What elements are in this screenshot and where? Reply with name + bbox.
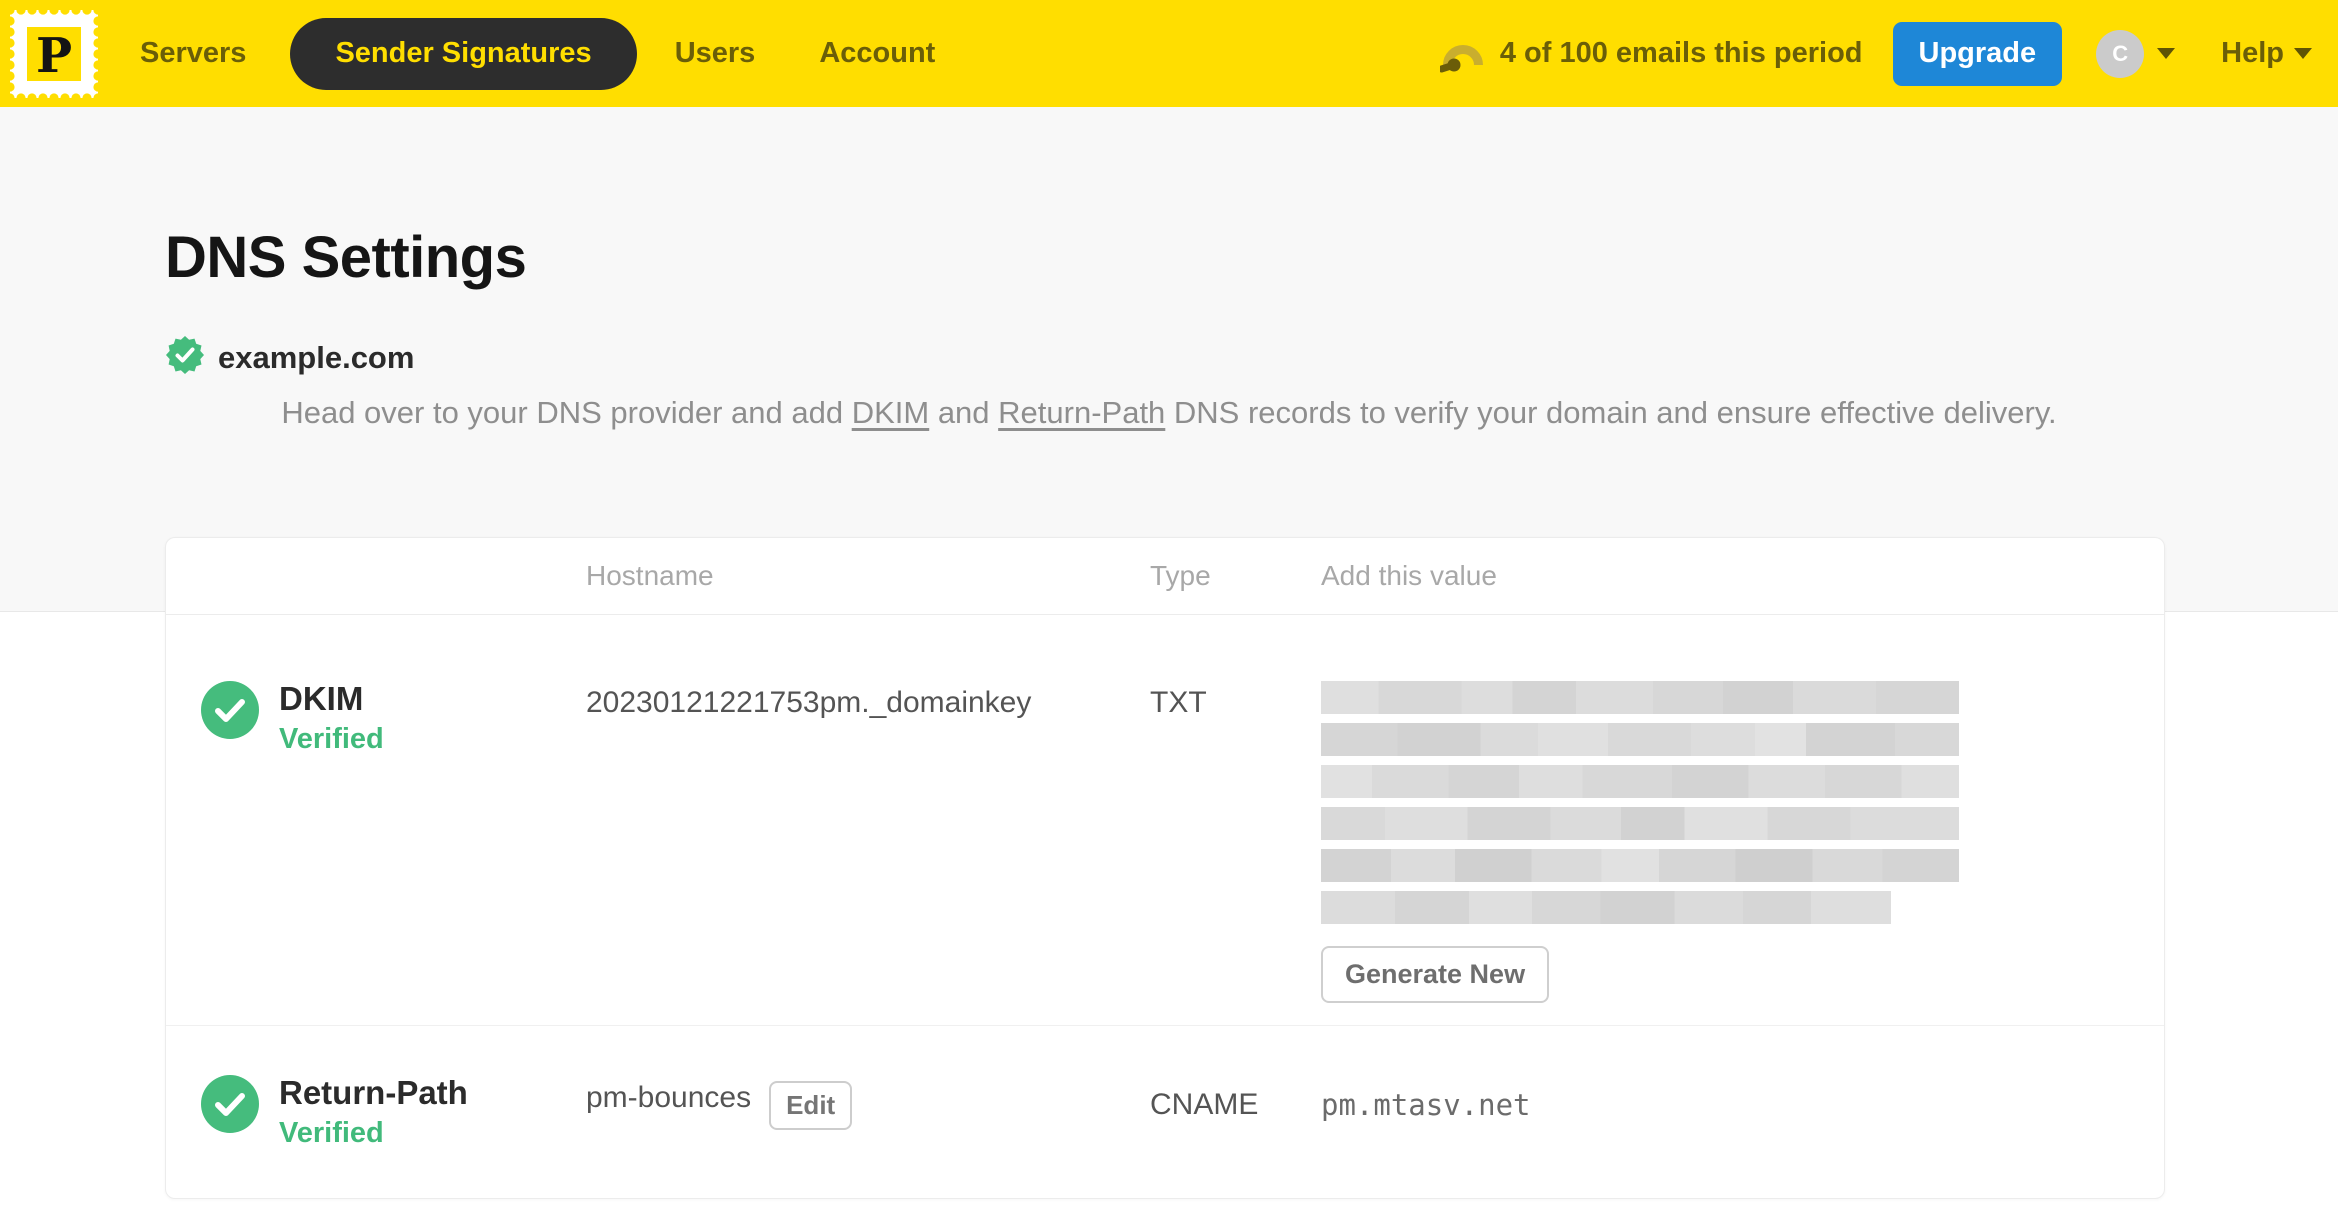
return-path-hostname: pm-bounces: [586, 1081, 752, 1114]
intro-part3: DNS records to verify your domain and en…: [1165, 395, 2057, 430]
nav-item-account[interactable]: Account: [819, 37, 935, 70]
avatar: C: [2096, 29, 2145, 78]
return-path-hostname-cell: pm-bounces Edit: [586, 1080, 1150, 1130]
hostname-column-header: Hostname: [586, 560, 714, 591]
help-menu[interactable]: Help: [2221, 37, 2312, 70]
domain-row: example.com: [165, 335, 2338, 380]
svg-text:P: P: [36, 28, 72, 84]
help-label: Help: [2221, 37, 2284, 69]
dkim-status-cell: DKIM Verified: [166, 681, 586, 1003]
postmark-logo-icon[interactable]: P: [10, 9, 98, 98]
table-row-dkim: DKIM Verified 20230121221753pm._domainke…: [166, 615, 2164, 1026]
table-header-row: Hostname Type Add this value: [166, 538, 2164, 615]
gauge-icon: [1439, 34, 1486, 74]
dkim-hostname: 20230121221753pm._domainkey: [586, 686, 1032, 719]
usage-text: 4 of 100 emails this period: [1499, 37, 1863, 69]
record-name: Return-Path: [279, 1073, 468, 1111]
upgrade-button[interactable]: Upgrade: [1892, 21, 2063, 86]
main-content: DNS Settings example.com Head over to yo…: [0, 107, 2338, 1222]
nav-item-sender-signatures[interactable]: Sender Signatures: [290, 17, 637, 90]
record-name: DKIM: [279, 680, 364, 717]
return-path-type: CNAME: [1150, 1088, 1259, 1121]
nav-item-servers[interactable]: Servers: [140, 37, 246, 70]
intro-text: Head over to your DNS provider and add D…: [0, 390, 2338, 436]
redacted-value-bar: [1321, 765, 1959, 798]
return-path-status-cell: Return-Path Verified: [166, 1073, 586, 1150]
usage-indicator[interactable]: 4 of 100 emails this period: [1439, 34, 1863, 74]
check-circle-icon: [201, 1074, 259, 1150]
redacted-value-bar: [1321, 891, 1891, 924]
domain-name: example.com: [218, 339, 415, 375]
dns-records-card: Hostname Type Add this value DKIM Verifi…: [165, 537, 2165, 1199]
intro-part1: Head over to your DNS provider and add: [281, 395, 852, 430]
chevron-down-icon: [2294, 48, 2312, 59]
intro-part2: and: [929, 395, 999, 430]
redacted-value-bar: [1321, 681, 1959, 714]
generate-new-button[interactable]: Generate New: [1321, 946, 1550, 1003]
type-column-header: Type: [1150, 560, 1211, 591]
return-path-value: pm.mtasv.net: [1321, 1088, 1531, 1122]
status-badge: Verified: [279, 723, 384, 755]
value-column-header: Add this value: [1321, 560, 1497, 591]
verified-seal-icon: [165, 335, 205, 380]
dkim-link[interactable]: DKIM: [852, 395, 930, 430]
check-circle-icon: [201, 681, 259, 1003]
redacted-value-bar: [1321, 807, 1959, 840]
dkim-value-cell: Generate New: [1321, 681, 2164, 1003]
top-nav: P Servers Sender Signatures Users Accoun…: [0, 0, 2338, 107]
chevron-down-icon: [2157, 48, 2176, 59]
account-menu[interactable]: C: [2096, 29, 2176, 78]
return-path-link[interactable]: Return-Path: [998, 395, 1165, 430]
redacted-value-bar: [1321, 723, 1959, 756]
page-title: DNS Settings: [165, 225, 527, 290]
redacted-value-bar: [1321, 849, 1959, 882]
edit-button[interactable]: Edit: [769, 1080, 853, 1130]
dkim-type: TXT: [1150, 686, 1207, 719]
table-row-return-path: Return-Path Verified pm-bounces Edit CNA…: [166, 1026, 2164, 1198]
nav-item-users[interactable]: Users: [675, 37, 756, 70]
status-badge: Verified: [279, 1116, 384, 1149]
